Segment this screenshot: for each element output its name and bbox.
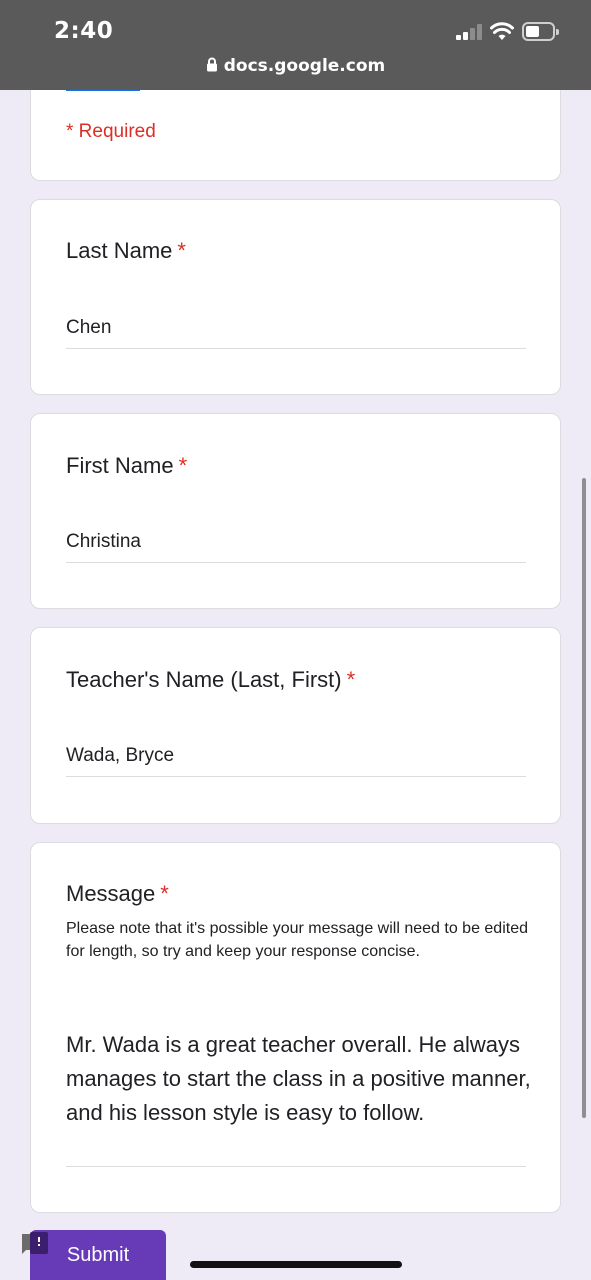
- question-card-message: Message * Please note that it's possible …: [30, 842, 561, 1213]
- feedback-bubble-icon[interactable]: [20, 1232, 50, 1258]
- question-title: Teacher's Name (Last, First) *: [66, 667, 355, 693]
- status-time: 2:40: [54, 18, 114, 44]
- cellular-signal-icon: [456, 24, 482, 40]
- question-title: Last Name *: [66, 238, 186, 264]
- input-underline: [66, 776, 526, 777]
- battery-icon: [522, 22, 559, 41]
- question-description: Please note that it's possible your mess…: [66, 920, 528, 960]
- submit-button[interactable]: Submit: [30, 1230, 166, 1280]
- required-asterisk: *: [160, 881, 169, 906]
- home-indicator[interactable]: [190, 1261, 402, 1268]
- teacher-name-input[interactable]: Wada, Bryce: [66, 745, 174, 767]
- last-name-input[interactable]: Chen: [66, 317, 111, 339]
- required-asterisk: *: [346, 667, 356, 692]
- question-card-last-name: Last Name * Chen: [30, 199, 561, 395]
- scrollbar[interactable]: [582, 478, 586, 1118]
- status-bar: 2:40 docs.google.com: [0, 0, 591, 90]
- question-card-first-name: First Name * Christina: [30, 413, 561, 609]
- question-title-text: Teacher's Name (Last, First): [66, 667, 342, 692]
- required-asterisk: *: [177, 238, 186, 263]
- url-bar[interactable]: docs.google.com: [0, 56, 591, 76]
- question-title-text: Last Name: [66, 238, 173, 263]
- question-title-text: Message: [66, 881, 156, 906]
- question-title-text: First Name: [66, 453, 174, 478]
- url-text: docs.google.com: [223, 56, 386, 76]
- input-underline: [66, 1166, 526, 1167]
- lock-icon: [206, 57, 217, 72]
- input-underline: [66, 348, 526, 349]
- wifi-icon: [490, 22, 514, 40]
- required-asterisk: *: [178, 453, 188, 478]
- input-underline: [66, 562, 526, 563]
- message-textarea[interactable]: Mr. Wada is a great teacher overall. He …: [66, 1028, 536, 1130]
- question-title: First Name *: [66, 453, 187, 479]
- question-card-teacher-name: Teacher's Name (Last, First) * Wada, Bryc…: [30, 627, 561, 824]
- first-name-input[interactable]: Christina: [66, 531, 141, 553]
- question-title: Message *: [66, 881, 169, 907]
- required-note: * Required: [66, 121, 156, 142]
- submit-label: Submit: [66, 1243, 130, 1266]
